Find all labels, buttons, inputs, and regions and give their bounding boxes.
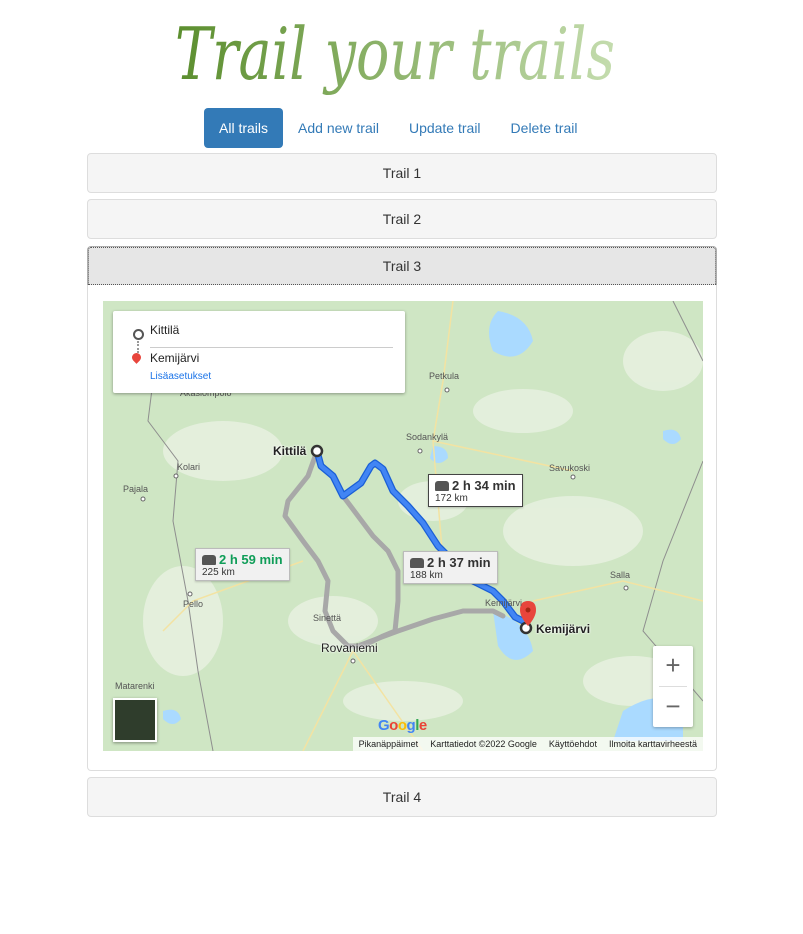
svg-text:Trail your trails: Trail your trails (175, 12, 615, 96)
zoom-out-button[interactable]: − (653, 687, 693, 727)
directions-panel: Kittilä Kemijärvi Lisäasetukset (113, 311, 405, 393)
zoom-in-button[interactable]: + (653, 646, 693, 686)
car-icon (435, 481, 449, 491)
place-label: Savukoski (549, 463, 591, 473)
place-label: Kemijärvi (485, 598, 523, 608)
tab-add-new-trail[interactable]: Add new trail (283, 108, 394, 148)
place-label: Salla (610, 570, 631, 580)
logo-title: Trail your trails (175, 12, 615, 96)
trail-4-header[interactable]: Trail 4 (87, 777, 717, 817)
origin-icon (133, 329, 144, 340)
place-label: Petkula (429, 371, 460, 381)
route-box-alt-2[interactable]: 2 h 37 min 188 km (403, 551, 498, 584)
city-label-rovaniemi: Rovaniemi (321, 641, 378, 655)
city-label-start: Kittilä (273, 444, 307, 458)
route-box-selected[interactable]: 2 h 34 min 172 km (428, 474, 523, 507)
report-error-link[interactable]: Ilmoita karttavirheestä (603, 739, 703, 749)
route-box-alt-1[interactable]: 2 h 59 min 225 km (195, 548, 290, 581)
place-label: Matarenki (115, 681, 155, 691)
tab-update-trail[interactable]: Update trail (394, 108, 496, 148)
google-logo: Google (378, 717, 427, 734)
tab-delete-trail[interactable]: Delete trail (496, 108, 593, 148)
trail-3-header[interactable]: Trail 3 (87, 246, 717, 286)
route-map[interactable]: Petkula Akäslompolo Sodankylä Savukoski … (103, 301, 703, 751)
more-options-link[interactable]: Lisäasetukset (150, 371, 211, 382)
shortcuts-link[interactable]: Pikanäppäimet (353, 739, 425, 749)
origin-text[interactable]: Kittilä (150, 323, 179, 337)
trail-1-header[interactable]: Trail 1 (87, 153, 717, 193)
destination-text[interactable]: Kemijärvi (150, 351, 199, 365)
destination-pin-icon (130, 351, 143, 364)
map-data-text: Karttatiedot ©2022 Google (430, 739, 537, 749)
place-label: Pajala (123, 484, 149, 494)
car-icon (410, 558, 424, 568)
place-label: Pello (183, 599, 204, 609)
place-label: Sodankylä (406, 432, 449, 442)
map-footer: Pikanäppäimet Karttatiedot ©2022 Google … (352, 737, 703, 751)
start-marker[interactable] (310, 444, 324, 458)
terms-link[interactable]: Käyttöehdot (543, 739, 603, 749)
tab-all-trails[interactable]: All trails (204, 108, 284, 148)
dots-divider (137, 341, 139, 353)
nav-tabs: All trails Add new trail Update trail De… (204, 108, 592, 148)
place-label: Kolari (177, 462, 201, 472)
place-label: Sinettä (313, 613, 342, 623)
trail-2-header[interactable]: Trail 2 (87, 199, 717, 239)
car-icon (202, 555, 216, 565)
zoom-control: + − (653, 646, 693, 727)
city-label-end: Kemijärvi (536, 622, 591, 636)
satellite-toggle[interactable] (113, 698, 157, 742)
